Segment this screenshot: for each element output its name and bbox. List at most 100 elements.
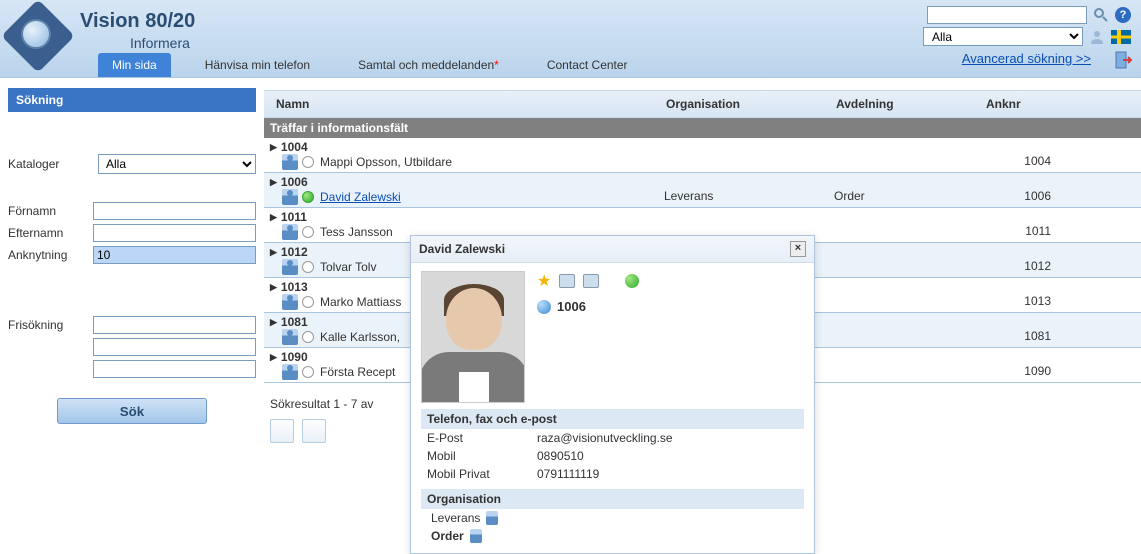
sidebar-title: Sökning	[8, 88, 256, 112]
tab-min-sida[interactable]: Min sida	[98, 53, 171, 77]
avatar-icon	[282, 329, 298, 345]
frisokning-input-2[interactable]	[93, 338, 256, 356]
epost-value: raza@visionutveckling.se	[537, 431, 673, 445]
row-anknr: 1081	[1024, 329, 1051, 343]
popup-close-button[interactable]: ×	[790, 241, 806, 257]
frisokning-input-1[interactable]	[93, 316, 256, 334]
row-org: Leverans	[664, 189, 713, 203]
presence-icon	[302, 366, 314, 378]
table-row[interactable]: ▶ 1006 David Zalewski Leverans Order 1006	[264, 173, 1141, 208]
anknytning-input[interactable]	[93, 246, 256, 264]
presence-icon	[302, 296, 314, 308]
row-name: Första Recept	[320, 365, 395, 379]
efternamn-input[interactable]	[93, 224, 256, 242]
favorite-star-icon[interactable]: ★	[537, 271, 551, 291]
search-button[interactable]: Sök	[57, 398, 207, 424]
row-name: Mappi Opsson, Utbildare	[320, 155, 452, 169]
col-namn[interactable]: Namn	[276, 97, 666, 111]
col-anknr[interactable]: Anknr	[986, 97, 1129, 111]
vcard-icon[interactable]	[583, 274, 599, 288]
app-logo	[12, 10, 64, 62]
popup-extension: 1006	[557, 299, 586, 314]
org-section-header: Organisation	[421, 489, 804, 509]
contact-section-header: Telefon, fax och e-post	[421, 409, 804, 429]
presence-icon	[302, 331, 314, 343]
mobil-privat-value: 0791111119	[537, 467, 599, 481]
col-org[interactable]: Organisation	[666, 97, 836, 111]
row-avd: Order	[834, 189, 865, 203]
table-row[interactable]: ▶ 1004 Mappi Opsson, Utbildare 1004	[264, 138, 1141, 173]
avatar-icon	[282, 259, 298, 275]
row-number: 1011	[281, 210, 307, 224]
popup-title: David Zalewski	[419, 242, 505, 256]
row-number: 1013	[281, 280, 308, 294]
row-anknr: 1013	[1024, 294, 1051, 308]
view-thumb-1[interactable]	[270, 419, 294, 443]
expand-icon[interactable]: ▶	[270, 247, 277, 258]
fornamn-label: Förnamn	[8, 204, 93, 218]
presence-icon	[302, 191, 314, 203]
epost-label: E-Post	[427, 431, 537, 445]
col-avd[interactable]: Avdelning	[836, 97, 986, 111]
results-header: Namn Organisation Avdelning Anknr	[264, 90, 1141, 118]
row-anknr: 1004	[1024, 154, 1051, 168]
search-icon[interactable]	[1093, 7, 1109, 23]
expand-icon[interactable]: ▶	[270, 177, 277, 188]
kataloger-select[interactable]: Alla	[98, 154, 256, 174]
anknytning-label: Anknytning	[8, 248, 93, 262]
row-name: Marko Mattiass	[320, 295, 401, 309]
contact-photo	[421, 271, 525, 403]
swedish-flag-icon[interactable]	[1111, 30, 1131, 44]
main-tabs: Min sida Hänvisa min telefon Samtal och …	[98, 53, 642, 77]
row-number: 1081	[281, 315, 308, 329]
header-right: ? Alla Avancerad sökning >>	[923, 6, 1131, 66]
brand-title: Vision 80/20	[80, 10, 195, 33]
expand-icon[interactable]: ▶	[270, 142, 277, 153]
avatar-icon	[282, 189, 298, 205]
fornamn-input[interactable]	[93, 202, 256, 220]
expand-icon[interactable]: ▶	[270, 352, 277, 363]
presence-green-icon	[625, 274, 639, 288]
person-card-icon[interactable]	[559, 274, 575, 288]
kataloger-label: Kataloger	[8, 157, 98, 171]
row-number: 1012	[281, 245, 308, 259]
header-scope-select[interactable]: Alla	[923, 27, 1083, 46]
row-number: 1006	[281, 175, 308, 189]
org-row[interactable]: Leverans	[421, 509, 804, 527]
expand-icon[interactable]: ▶	[270, 212, 277, 223]
org-label: Order	[431, 529, 464, 543]
app-header: Vision 80/20 Informera Min sida Hänvisa …	[0, 0, 1141, 78]
mobil-value: 0890510	[537, 449, 584, 463]
help-icon[interactable]: ?	[1115, 7, 1131, 23]
user-icon[interactable]	[1089, 29, 1105, 45]
row-anknr: 1090	[1024, 364, 1051, 378]
org-label: Leverans	[431, 511, 480, 525]
row-anknr: 1006	[1024, 189, 1051, 203]
row-number: 1090	[281, 350, 308, 364]
brand-subtitle: Informera	[130, 35, 195, 51]
row-number: 1004	[281, 140, 308, 154]
row-name[interactable]: David Zalewski	[320, 190, 401, 204]
contact-popup: David Zalewski × ★ 1006	[410, 235, 815, 554]
row-anknr: 1012	[1024, 259, 1051, 273]
header-search-input[interactable]	[927, 6, 1087, 24]
tab-samtal[interactable]: Samtal och meddelanden*	[344, 53, 513, 77]
row-anknr: 1011	[1025, 224, 1051, 238]
row-name: Tess Jansson	[320, 225, 393, 239]
org-person-icon	[486, 511, 498, 525]
logout-icon[interactable]	[1113, 50, 1133, 70]
row-name: Kalle Karlsson,	[320, 330, 400, 344]
efternamn-label: Efternamn	[8, 226, 93, 240]
row-name: Tolvar Tolv	[320, 260, 376, 274]
view-thumb-2[interactable]	[302, 419, 326, 443]
search-sidebar: Sökning Kataloger Alla Förnamn Efternamn…	[0, 78, 264, 443]
expand-icon[interactable]: ▶	[270, 317, 277, 328]
org-row[interactable]: Order	[421, 527, 804, 545]
section-label: Träffar i informationsfält	[264, 118, 1141, 138]
advanced-search-link[interactable]: Avancerad sökning >>	[962, 51, 1091, 66]
phone-bubble-icon[interactable]	[537, 300, 551, 314]
tab-hanvisa[interactable]: Hänvisa min telefon	[191, 53, 324, 77]
tab-contact-center[interactable]: Contact Center	[533, 53, 642, 77]
expand-icon[interactable]: ▶	[270, 282, 277, 293]
frisokning-input-3[interactable]	[93, 360, 256, 378]
